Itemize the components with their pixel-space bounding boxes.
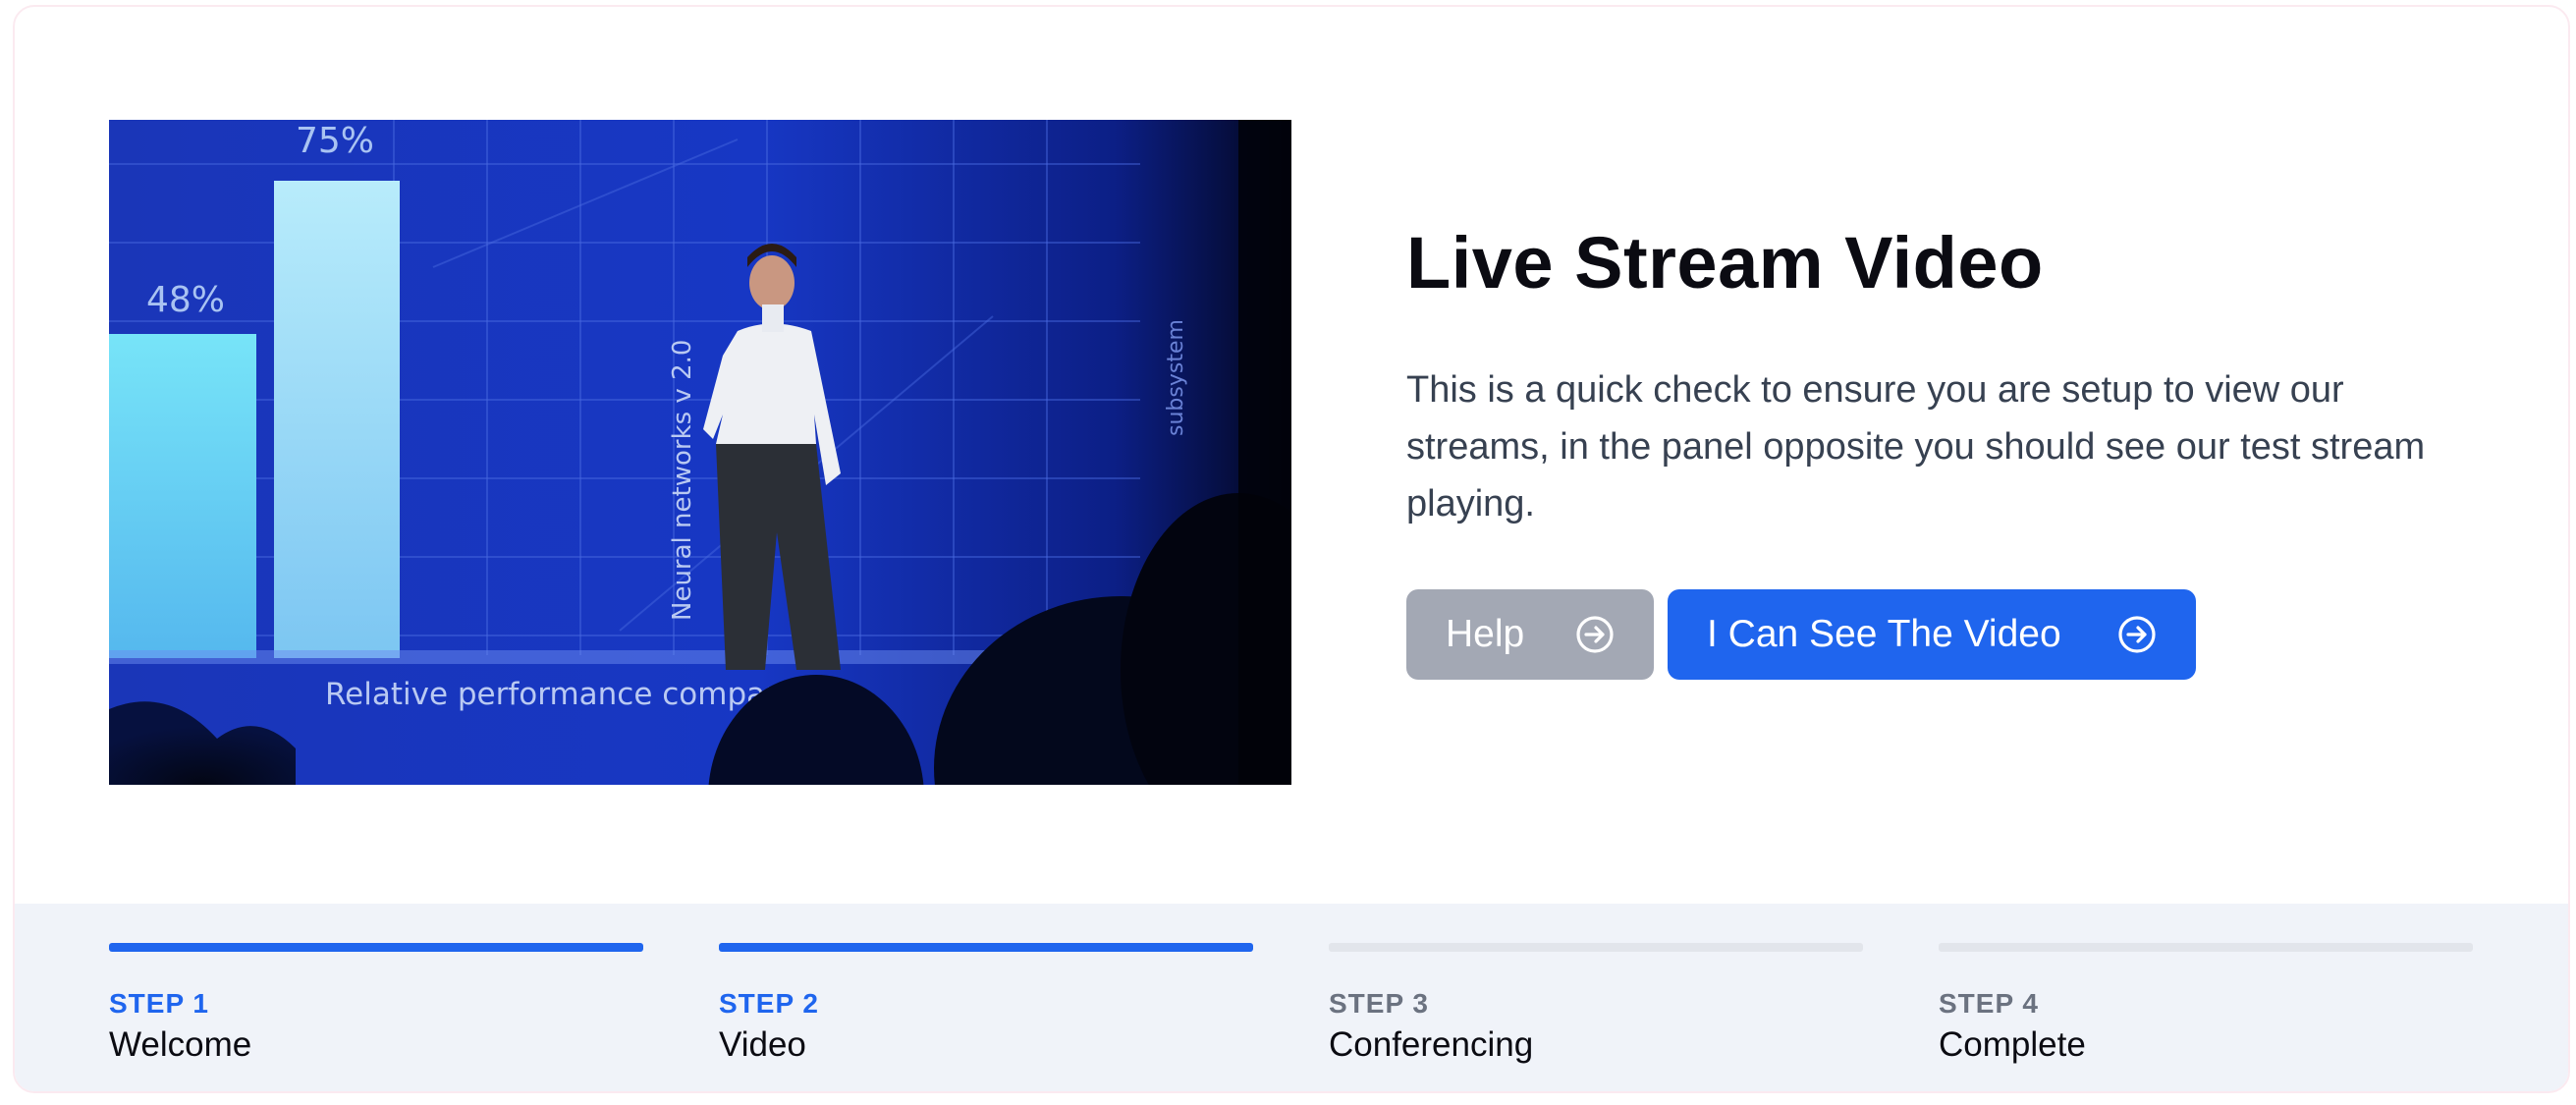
progress-steps: STEP 1 Welcome STEP 2 Video STEP 3 Confe… — [15, 904, 2568, 1091]
arrow-right-circle-icon — [1576, 616, 1614, 653]
step-name: Complete — [1939, 1025, 2086, 1064]
page-title: Live Stream Video — [1406, 222, 2044, 304]
test-stream-video[interactable]: 48% 75% Relative performance compar Neur… — [109, 120, 1291, 785]
step-name: Video — [719, 1025, 806, 1064]
info-panel: Live Stream Video This is a quick check … — [1406, 222, 2487, 681]
page-description: This is a quick check to ensure you are … — [1406, 369, 2426, 525]
action-buttons: Help I Can See The Video — [1406, 589, 2487, 681]
step-progress-bar — [1329, 943, 1863, 952]
setup-card: 48% 75% Relative performance compar Neur… — [13, 5, 2570, 1093]
step-progress-bar — [109, 943, 643, 952]
step-number: STEP 2 — [719, 988, 819, 1019]
arrow-right-circle-icon — [2118, 616, 2156, 653]
vertical-caption-subsystem: subsystem — [1164, 319, 1188, 436]
step-number: STEP 1 — [109, 988, 209, 1019]
bar-label-75: 75% — [296, 121, 374, 161]
step-number: STEP 4 — [1939, 988, 2039, 1019]
help-button[interactable]: Help — [1406, 589, 1654, 681]
axis-caption: Relative performance compar — [325, 677, 778, 712]
step-progress-bar — [1939, 943, 2473, 952]
step-progress-bar — [719, 943, 1253, 952]
confirm-video-button[interactable]: I Can See The Video — [1668, 589, 2196, 681]
step-number: STEP 3 — [1329, 988, 1429, 1019]
bar-label-48: 48% — [146, 280, 225, 320]
help-button-label: Help — [1446, 613, 1525, 656]
confirm-video-button-label: I Can See The Video — [1707, 613, 2061, 656]
step-name: Welcome — [109, 1025, 252, 1064]
vertical-caption-neural: Neural networks v 2.0 — [668, 340, 697, 621]
video-frame: 48% 75% Relative performance compar Neur… — [109, 120, 1291, 785]
step-name: Conferencing — [1329, 1025, 1534, 1064]
